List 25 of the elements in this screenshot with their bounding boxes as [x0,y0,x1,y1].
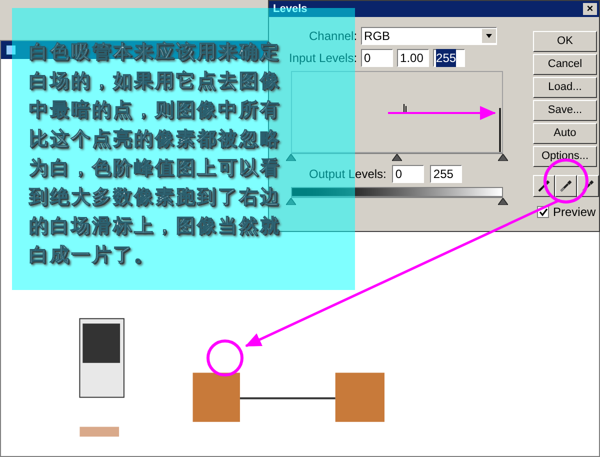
eyedropper-icon [559,179,573,193]
output-level-field[interactable]: 0 [392,165,424,183]
input-level-field[interactable]: 1.00 [397,49,430,67]
input-level-field[interactable]: 0 [361,49,394,67]
dialog-button[interactable]: OK [533,31,597,52]
highlight-circle [206,340,244,376]
output-level-field[interactable]: 255 [430,165,462,183]
dialog-button[interactable]: Cancel [533,54,597,75]
output-level-slider[interactable] [286,198,296,205]
preview-label: Preview [553,204,596,221]
eyedropper-icon [537,179,551,193]
input-level-slider[interactable] [498,154,508,161]
input-level-slider[interactable] [286,154,296,161]
eyedropper-button[interactable] [555,175,577,197]
dialog-button[interactable]: Save... [533,100,597,121]
dialog-button[interactable]: Auto [533,123,597,144]
document-icon [5,44,17,56]
output-levels-label: Output Levels: [309,166,386,183]
input-level-field[interactable]: 255 [433,49,466,67]
histogram-peak-drawing [403,104,407,114]
dialog-button[interactable]: Load... [533,77,597,98]
output-level-slider[interactable] [498,198,508,205]
channel-dropdown[interactable]: RGB [361,27,498,45]
close-button[interactable]: × [583,3,597,15]
dialog-button[interactable]: Options... [533,146,597,167]
